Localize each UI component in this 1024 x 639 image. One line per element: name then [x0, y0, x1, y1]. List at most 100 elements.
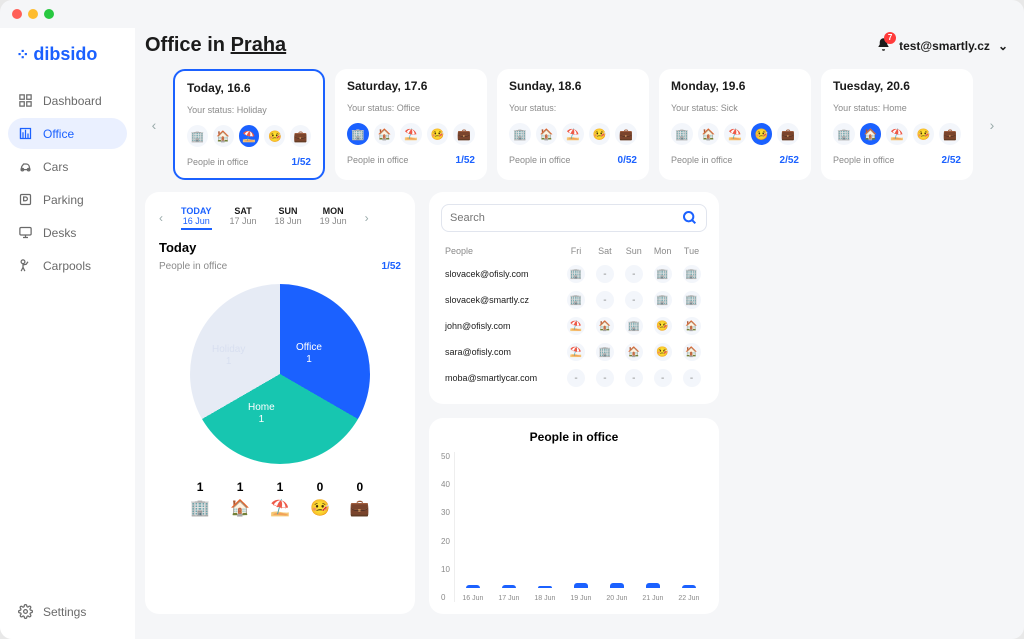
- people-count: 1/52: [292, 157, 311, 168]
- day-tab[interactable]: MON19 Jun: [320, 206, 347, 230]
- status-option[interactable]: 🏠: [213, 125, 234, 147]
- day-status: Your status:: [509, 103, 637, 113]
- status-cell: -: [625, 291, 643, 309]
- status-option[interactable]: 🏢: [347, 123, 369, 145]
- status-option[interactable]: 🤒: [751, 123, 773, 145]
- day-status: Your status: Home: [833, 103, 961, 113]
- brand-mark-icon: ⁘: [16, 45, 29, 65]
- status-count: 1⛱️: [270, 480, 290, 518]
- status-cell: -: [654, 369, 672, 387]
- maximize-dot[interactable]: [44, 9, 54, 19]
- sidebar-item-office[interactable]: Office: [8, 118, 127, 149]
- day-title: Sunday, 18.6: [509, 79, 637, 93]
- day-tab[interactable]: SAT17 Jun: [230, 206, 257, 230]
- tabs-next-button[interactable]: ›: [365, 211, 369, 225]
- status-option[interactable]: ⛱️: [886, 123, 908, 145]
- sidebar-item-settings[interactable]: Settings: [8, 596, 127, 627]
- status-option[interactable]: 💼: [615, 123, 637, 145]
- status-cell: -: [683, 369, 701, 387]
- status-option[interactable]: 🏠: [536, 123, 558, 145]
- day-title: Today, 16.6: [187, 81, 311, 95]
- status-option[interactable]: ⛱️: [562, 123, 584, 145]
- search-input[interactable]: [450, 212, 682, 224]
- status-cell: ⛱️: [567, 343, 585, 361]
- days-next-button[interactable]: ›: [983, 117, 1001, 133]
- status-option[interactable]: 🤒: [264, 125, 285, 147]
- bar: [502, 585, 516, 588]
- tabs-prev-button[interactable]: ‹: [159, 211, 163, 225]
- person-email: sara@ofisly.com: [443, 340, 561, 364]
- status-cell: -: [596, 291, 614, 309]
- brand-text: dibsido: [33, 44, 97, 65]
- status-option[interactable]: 🏠: [374, 123, 396, 145]
- days-prev-button[interactable]: ‹: [145, 117, 163, 133]
- day-tab[interactable]: SUN18 Jun: [275, 206, 302, 230]
- status-cell: 🏢: [625, 317, 643, 335]
- sidebar-icon: [18, 93, 33, 108]
- y-tick: 10: [441, 565, 450, 574]
- status-cell: 🤒: [654, 343, 672, 361]
- table-row: john@ofisly.com⛱️🏠🏢🤒🏠: [443, 314, 705, 338]
- status-option[interactable]: 🏢: [187, 125, 208, 147]
- status-option[interactable]: 🏢: [833, 123, 855, 145]
- status-option[interactable]: ⛱️: [400, 123, 422, 145]
- sidebar-item-label: Dashboard: [43, 94, 102, 108]
- people-label: People in office: [159, 261, 227, 272]
- status-cell: 🤒: [654, 317, 672, 335]
- day-card[interactable]: Sunday, 18.6Your status:🏢🏠⛱️🤒💼People in …: [497, 69, 649, 180]
- y-tick: 40: [441, 480, 450, 489]
- status-cell: -: [625, 369, 643, 387]
- minimize-dot[interactable]: [28, 9, 38, 19]
- status-option[interactable]: 🏢: [509, 123, 531, 145]
- status-option[interactable]: 🏠: [698, 123, 720, 145]
- bar: [682, 585, 696, 588]
- day-tab[interactable]: TODAY16 Jun: [181, 206, 212, 230]
- person-email: slovacek@ofisly.com: [443, 262, 561, 286]
- sidebar-item-dashboard[interactable]: Dashboard: [8, 85, 127, 116]
- sidebar-icon: [18, 159, 33, 174]
- sidebar-icon: [18, 192, 33, 207]
- sidebar-item-label: Carpools: [43, 259, 91, 273]
- x-tick: 16 Jun: [462, 595, 483, 602]
- user-email: test@smartly.cz: [899, 39, 990, 53]
- status-cell: -: [596, 369, 614, 387]
- sidebar-item-carpools[interactable]: Carpools: [8, 250, 127, 281]
- day-title: Saturday, 17.6: [347, 79, 475, 93]
- close-dot[interactable]: [12, 9, 22, 19]
- status-cell: 🏢: [654, 291, 672, 309]
- bell-icon[interactable]: 7: [876, 37, 891, 55]
- status-option[interactable]: 🤒: [589, 123, 611, 145]
- status-option[interactable]: 💼: [777, 123, 799, 145]
- day-card[interactable]: Saturday, 17.6Your status: Office🏢🏠⛱️🤒💼P…: [335, 69, 487, 180]
- bar: [610, 583, 624, 588]
- search-field-wrap[interactable]: [441, 204, 707, 232]
- status-cell: 🏢: [683, 291, 701, 309]
- status-cell: 🏢: [654, 265, 672, 283]
- user-menu[interactable]: 7 test@smartly.cz ⌄: [876, 37, 1008, 55]
- sidebar-item-parking[interactable]: Parking: [8, 184, 127, 215]
- status-cell: 🏢: [683, 265, 701, 283]
- today-count: 1/52: [382, 261, 401, 272]
- day-title: Tuesday, 20.6: [833, 79, 961, 93]
- status-option[interactable]: ⛱️: [239, 125, 260, 147]
- day-status: Your status: Holiday: [187, 105, 311, 115]
- status-option[interactable]: 🏢: [671, 123, 693, 145]
- status-option[interactable]: 💼: [290, 125, 311, 147]
- sidebar-item-label: Office: [43, 127, 74, 141]
- sidebar-item-desks[interactable]: Desks: [8, 217, 127, 248]
- status-option[interactable]: 💼: [453, 123, 475, 145]
- day-card[interactable]: Monday, 19.6Your status: Sick🏢🏠⛱️🤒💼Peopl…: [659, 69, 811, 180]
- sidebar-item-cars[interactable]: Cars: [8, 151, 127, 182]
- y-tick: 50: [441, 452, 450, 461]
- day-card[interactable]: Today, 16.6Your status: Holiday🏢🏠⛱️🤒💼Peo…: [173, 69, 325, 180]
- status-option[interactable]: 🤒: [913, 123, 935, 145]
- status-option[interactable]: 🏠: [860, 123, 882, 145]
- city-selector[interactable]: Praha: [231, 34, 287, 56]
- status-cell: 🏠: [683, 317, 701, 335]
- status-option[interactable]: 💼: [939, 123, 961, 145]
- status-option[interactable]: 🤒: [427, 123, 449, 145]
- day-card[interactable]: Tuesday, 20.6Your status: Home🏢🏠⛱️🤒💼Peop…: [821, 69, 973, 180]
- status-option[interactable]: ⛱️: [724, 123, 746, 145]
- status-cell: 🏢: [567, 265, 585, 283]
- x-tick: 22 Jun: [678, 595, 699, 602]
